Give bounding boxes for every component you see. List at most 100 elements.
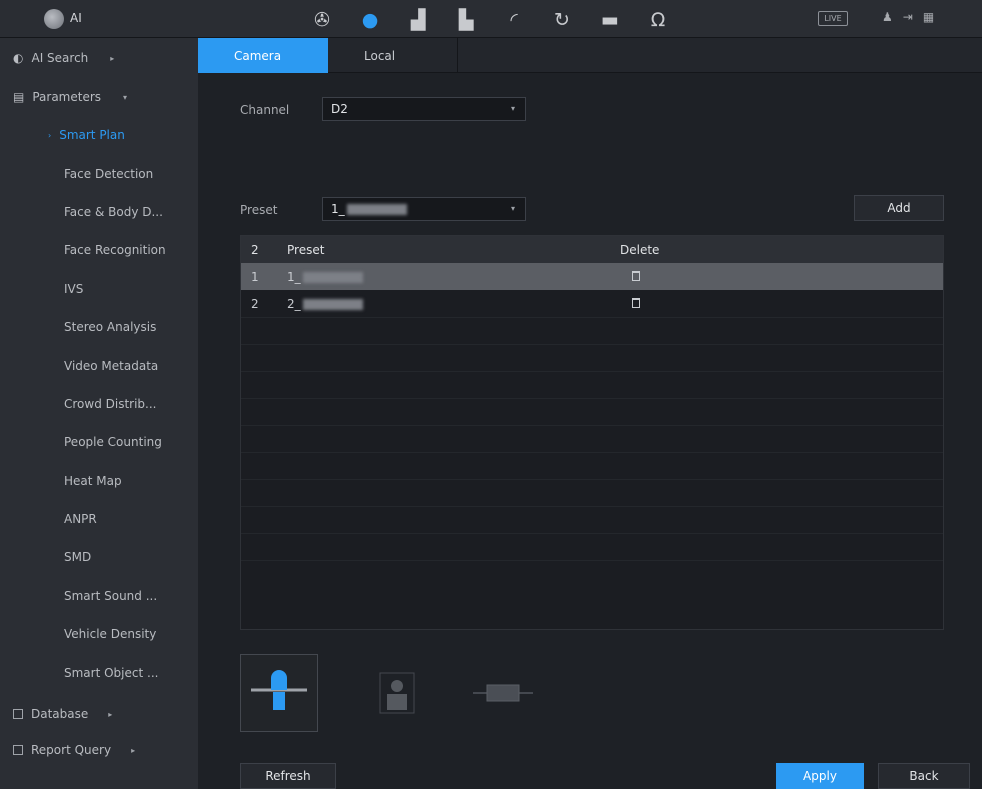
top-bar: AI ✇ ● ▟ ▙ ◜ ↻ ▬ Ω LIVE ♟ ⇥ ▦ <box>0 0 982 38</box>
chevron-right-icon: ▸ <box>108 709 113 719</box>
tab-camera[interactable]: Camera <box>198 38 328 73</box>
sidebar-item-smart-sound[interactable]: Smart Sound ... <box>0 577 198 615</box>
chevron-right-icon: › <box>48 130 52 140</box>
row-preset: 1_ <box>287 270 620 284</box>
sidebar-item-face-recognition[interactable]: Face Recognition <box>0 231 198 269</box>
chevron-right-icon: ▸ <box>110 53 115 63</box>
vehicle-mode-icon[interactable] <box>464 654 542 732</box>
sidebar-item-label: Parameters <box>32 90 102 104</box>
table-row-empty <box>241 560 943 587</box>
table-row-empty <box>241 317 943 344</box>
ai-logo-icon <box>44 9 64 29</box>
channel-label: Channel <box>240 103 290 117</box>
sidebar-item-face-body-detection[interactable]: Face & Body D... <box>0 193 198 231</box>
sidebar-item-anpr[interactable]: ANPR <box>0 500 198 538</box>
sidebar-item-smart-plan[interactable]: › Smart Plan <box>0 116 198 154</box>
sidebar-item-label: Smart Plan <box>59 128 125 143</box>
row-preset: 2_ <box>287 297 620 311</box>
row-index: 2 <box>251 296 259 311</box>
chevron-down-icon: ▾ <box>510 204 515 213</box>
sidebar-item-heat-map[interactable]: Heat Map <box>0 462 198 500</box>
speedometer-icon[interactable]: ◜ <box>490 7 538 33</box>
sidebar-item-ai-search[interactable]: ◐ AI Search ▸ <box>0 38 198 78</box>
sidebar-item-vehicle-density[interactable]: Vehicle Density <box>0 615 198 653</box>
film-reel-icon[interactable]: ✇ <box>298 7 346 33</box>
sidebar-item-smd[interactable]: SMD <box>0 538 198 576</box>
channel-select[interactable]: D2 ▾ <box>322 97 526 121</box>
header-delete: Delete <box>620 242 660 257</box>
monitor-icon[interactable]: ▬ <box>586 7 634 33</box>
table-row-empty <box>241 479 943 506</box>
preset-label: Preset <box>240 203 278 217</box>
sidebar-item-report-query[interactable]: Report Query ▸ <box>0 732 198 768</box>
refresh-icon[interactable]: ↻ <box>538 7 586 33</box>
row-delete <box>620 297 720 311</box>
table-row-empty <box>241 398 943 425</box>
report-icon <box>13 745 23 755</box>
headset-icon[interactable]: Ω <box>634 7 682 33</box>
sidebar-item-label: AI Search <box>31 51 89 65</box>
preset-table: 2 Preset Delete 1 1_ 2 2_ <box>240 235 944 630</box>
user-icon[interactable]: ♟ <box>882 10 893 24</box>
table-row-empty <box>241 452 943 479</box>
grid-icon[interactable]: ▦ <box>923 10 934 24</box>
top-right-controls: ♟ ⇥ ▦ <box>882 10 934 24</box>
ai-head-icon[interactable]: ● <box>346 7 394 33</box>
logout-icon[interactable]: ⇥ <box>903 10 913 24</box>
table-row[interactable]: 1 1_ <box>241 263 943 290</box>
channel-value: D2 <box>331 102 348 116</box>
chevron-right-icon: ▸ <box>131 745 136 755</box>
sidebar-item-face-detection[interactable]: Face Detection <box>0 154 198 192</box>
sidebar-item-label: Report Query <box>31 743 112 757</box>
add-button[interactable]: Add <box>854 195 944 221</box>
refresh-button[interactable]: Refresh <box>240 763 336 789</box>
sidebar-item-people-counting[interactable]: People Counting <box>0 423 198 461</box>
chevron-down-icon: ▾ <box>510 104 515 113</box>
redacted-text <box>346 204 407 215</box>
table-row-empty <box>241 425 943 452</box>
sidebar: ◐ AI Search ▸ ▤ Parameters ▾ › Smart Pla… <box>0 38 198 789</box>
ai-search-icon: ◐ <box>13 51 24 65</box>
top-toolbar: ✇ ● ▟ ▙ ◜ ↻ ▬ Ω <box>298 7 682 33</box>
sidebar-item-ivs[interactable]: IVS <box>0 270 198 308</box>
row-delete <box>620 270 720 284</box>
header-count: 2 <box>251 242 259 257</box>
sidebar-item-crowd-distribution[interactable]: Crowd Distrib... <box>0 385 198 423</box>
row-index: 1 <box>251 269 259 284</box>
apply-button[interactable]: Apply <box>776 763 864 789</box>
redacted-text <box>302 271 363 283</box>
preset-select[interactable]: 1_ ▾ <box>322 197 526 221</box>
table-row-empty <box>241 371 943 398</box>
row-preset-value: 2_ <box>287 296 301 311</box>
sidebar-item-video-metadata[interactable]: Video Metadata <box>0 346 198 384</box>
alarm-icon[interactable]: ▟ <box>394 7 442 33</box>
table-row-empty <box>241 533 943 560</box>
tab-local[interactable]: Local <box>328 38 458 73</box>
tab-bar: Camera Local <box>198 38 982 73</box>
redacted-text <box>302 298 363 310</box>
app-title: AI <box>70 11 82 25</box>
sidebar-item-label: Database <box>31 707 89 721</box>
sidebar-item-parameters[interactable]: ▤ Parameters ▾ <box>0 78 198 116</box>
database-icon <box>13 709 23 719</box>
storage-icon[interactable]: ▙ <box>442 7 490 33</box>
table-row-empty <box>241 506 943 533</box>
parameters-icon: ▤ <box>13 90 25 104</box>
trash-icon[interactable] <box>632 297 640 308</box>
trash-icon[interactable] <box>632 270 640 281</box>
tripwire-mode-icon[interactable] <box>240 654 318 732</box>
chevron-down-icon: ▾ <box>123 92 128 102</box>
main-panel: Camera Local Channel D2 ▾ Preset 1_ ▾ Ad… <box>198 38 982 789</box>
header-preset: Preset <box>287 242 325 257</box>
sidebar-item-smart-object[interactable]: Smart Object ... <box>0 653 198 691</box>
face-mode-icon[interactable] <box>358 654 436 732</box>
preset-value: 1_ <box>331 202 345 216</box>
table-row-empty <box>241 344 943 371</box>
table-row[interactable]: 2 2_ <box>241 290 943 317</box>
back-button[interactable]: Back <box>878 763 970 789</box>
live-button[interactable]: LIVE <box>818 11 848 26</box>
sidebar-item-database[interactable]: Database ▸ <box>0 696 198 732</box>
table-header: 2 Preset Delete <box>241 236 943 263</box>
sidebar-item-stereo-analysis[interactable]: Stereo Analysis <box>0 308 198 346</box>
row-preset-value: 1_ <box>287 269 301 284</box>
